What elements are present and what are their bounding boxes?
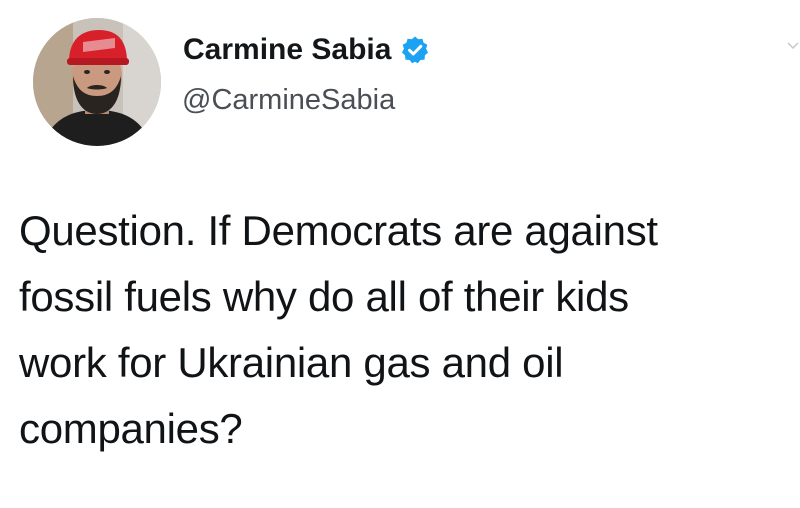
author-name-row: Carmine Sabia [183,30,430,70]
tweet-text: Question. If Democrats are against fossi… [19,198,794,462]
chevron-down-icon[interactable] [786,38,800,52]
author-display-name[interactable]: Carmine Sabia [183,33,391,67]
tweet-card: Carmine Sabia @CarmineSabia Question. If… [0,0,800,508]
tweet-text-line: fossil fuels why do all of their kids [19,273,629,320]
profile-photo-icon [33,18,161,146]
tweet-text-line: companies? [19,405,243,452]
tweet-text-line: work for Ukrainian gas and oil [19,339,564,386]
tweet-text-line: Question. If Democrats are against [19,207,658,254]
verified-badge-icon [400,35,430,65]
author-handle[interactable]: @CarmineSabia [182,84,395,117]
author-avatar[interactable] [33,18,161,146]
